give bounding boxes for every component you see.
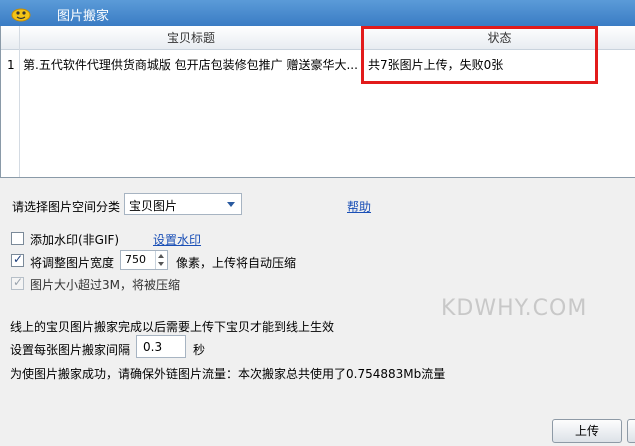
compress-checkbox [11, 275, 24, 290]
interval-input[interactable]: 0.3 [136, 335, 186, 358]
chevron-down-icon [227, 202, 235, 207]
interval-label: 设置每张图片搬家间隔 [10, 343, 131, 357]
window-title: 图片搬家 [57, 9, 110, 24]
app-logo-icon [11, 8, 31, 22]
stepper-buttons[interactable] [155, 251, 167, 269]
help-link[interactable]: 帮助 [347, 198, 371, 215]
watermark-checkbox[interactable] [11, 232, 24, 245]
width-value: 750 [125, 253, 146, 266]
set-watermark-link[interactable]: 设置水印 [153, 231, 201, 248]
title-bar: 图片搬家 [0, 0, 635, 26]
row-index: 1 [7, 58, 15, 72]
category-label: 请选择图片空间分类 [12, 200, 121, 214]
traffic-note: 为使图片搬家成功，请确保外链图片流量：本次搬家总共使用了0.754883Mb流量 [10, 367, 446, 381]
watermark-text: KDWHY.COM [441, 296, 588, 321]
row-title: 第.五代软件代理供货商城版 包开店包装修包推广 赠送豪华大... [23, 58, 358, 72]
status-highlight-box [361, 26, 598, 84]
watermark-label: 添加水印(非GIF) [30, 233, 120, 247]
upload-button[interactable]: 上传 [552, 419, 622, 443]
interval-value: 0.3 [143, 340, 163, 354]
resize-checkbox[interactable] [11, 252, 24, 267]
column-header-title[interactable]: 宝贝标题 [19, 26, 363, 50]
compress-label: 图片大小超过3M，将被压缩 [30, 278, 180, 292]
resize-suffix: 像素，上传将自动压缩 [176, 256, 297, 270]
resize-label: 将调整图片宽度 [30, 256, 115, 270]
interval-unit: 秒 [193, 343, 206, 357]
width-stepper[interactable]: 750 [120, 250, 168, 270]
note-text: 线上的宝贝图片搬家完成以后需要上传下宝贝才能到线上生效 [10, 320, 335, 334]
secondary-button[interactable] [627, 419, 635, 443]
category-value: 宝贝图片 [129, 199, 178, 213]
category-dropdown[interactable]: 宝贝图片 [124, 193, 242, 215]
stepper-down-icon[interactable] [158, 262, 164, 266]
stepper-up-icon[interactable] [158, 254, 164, 258]
